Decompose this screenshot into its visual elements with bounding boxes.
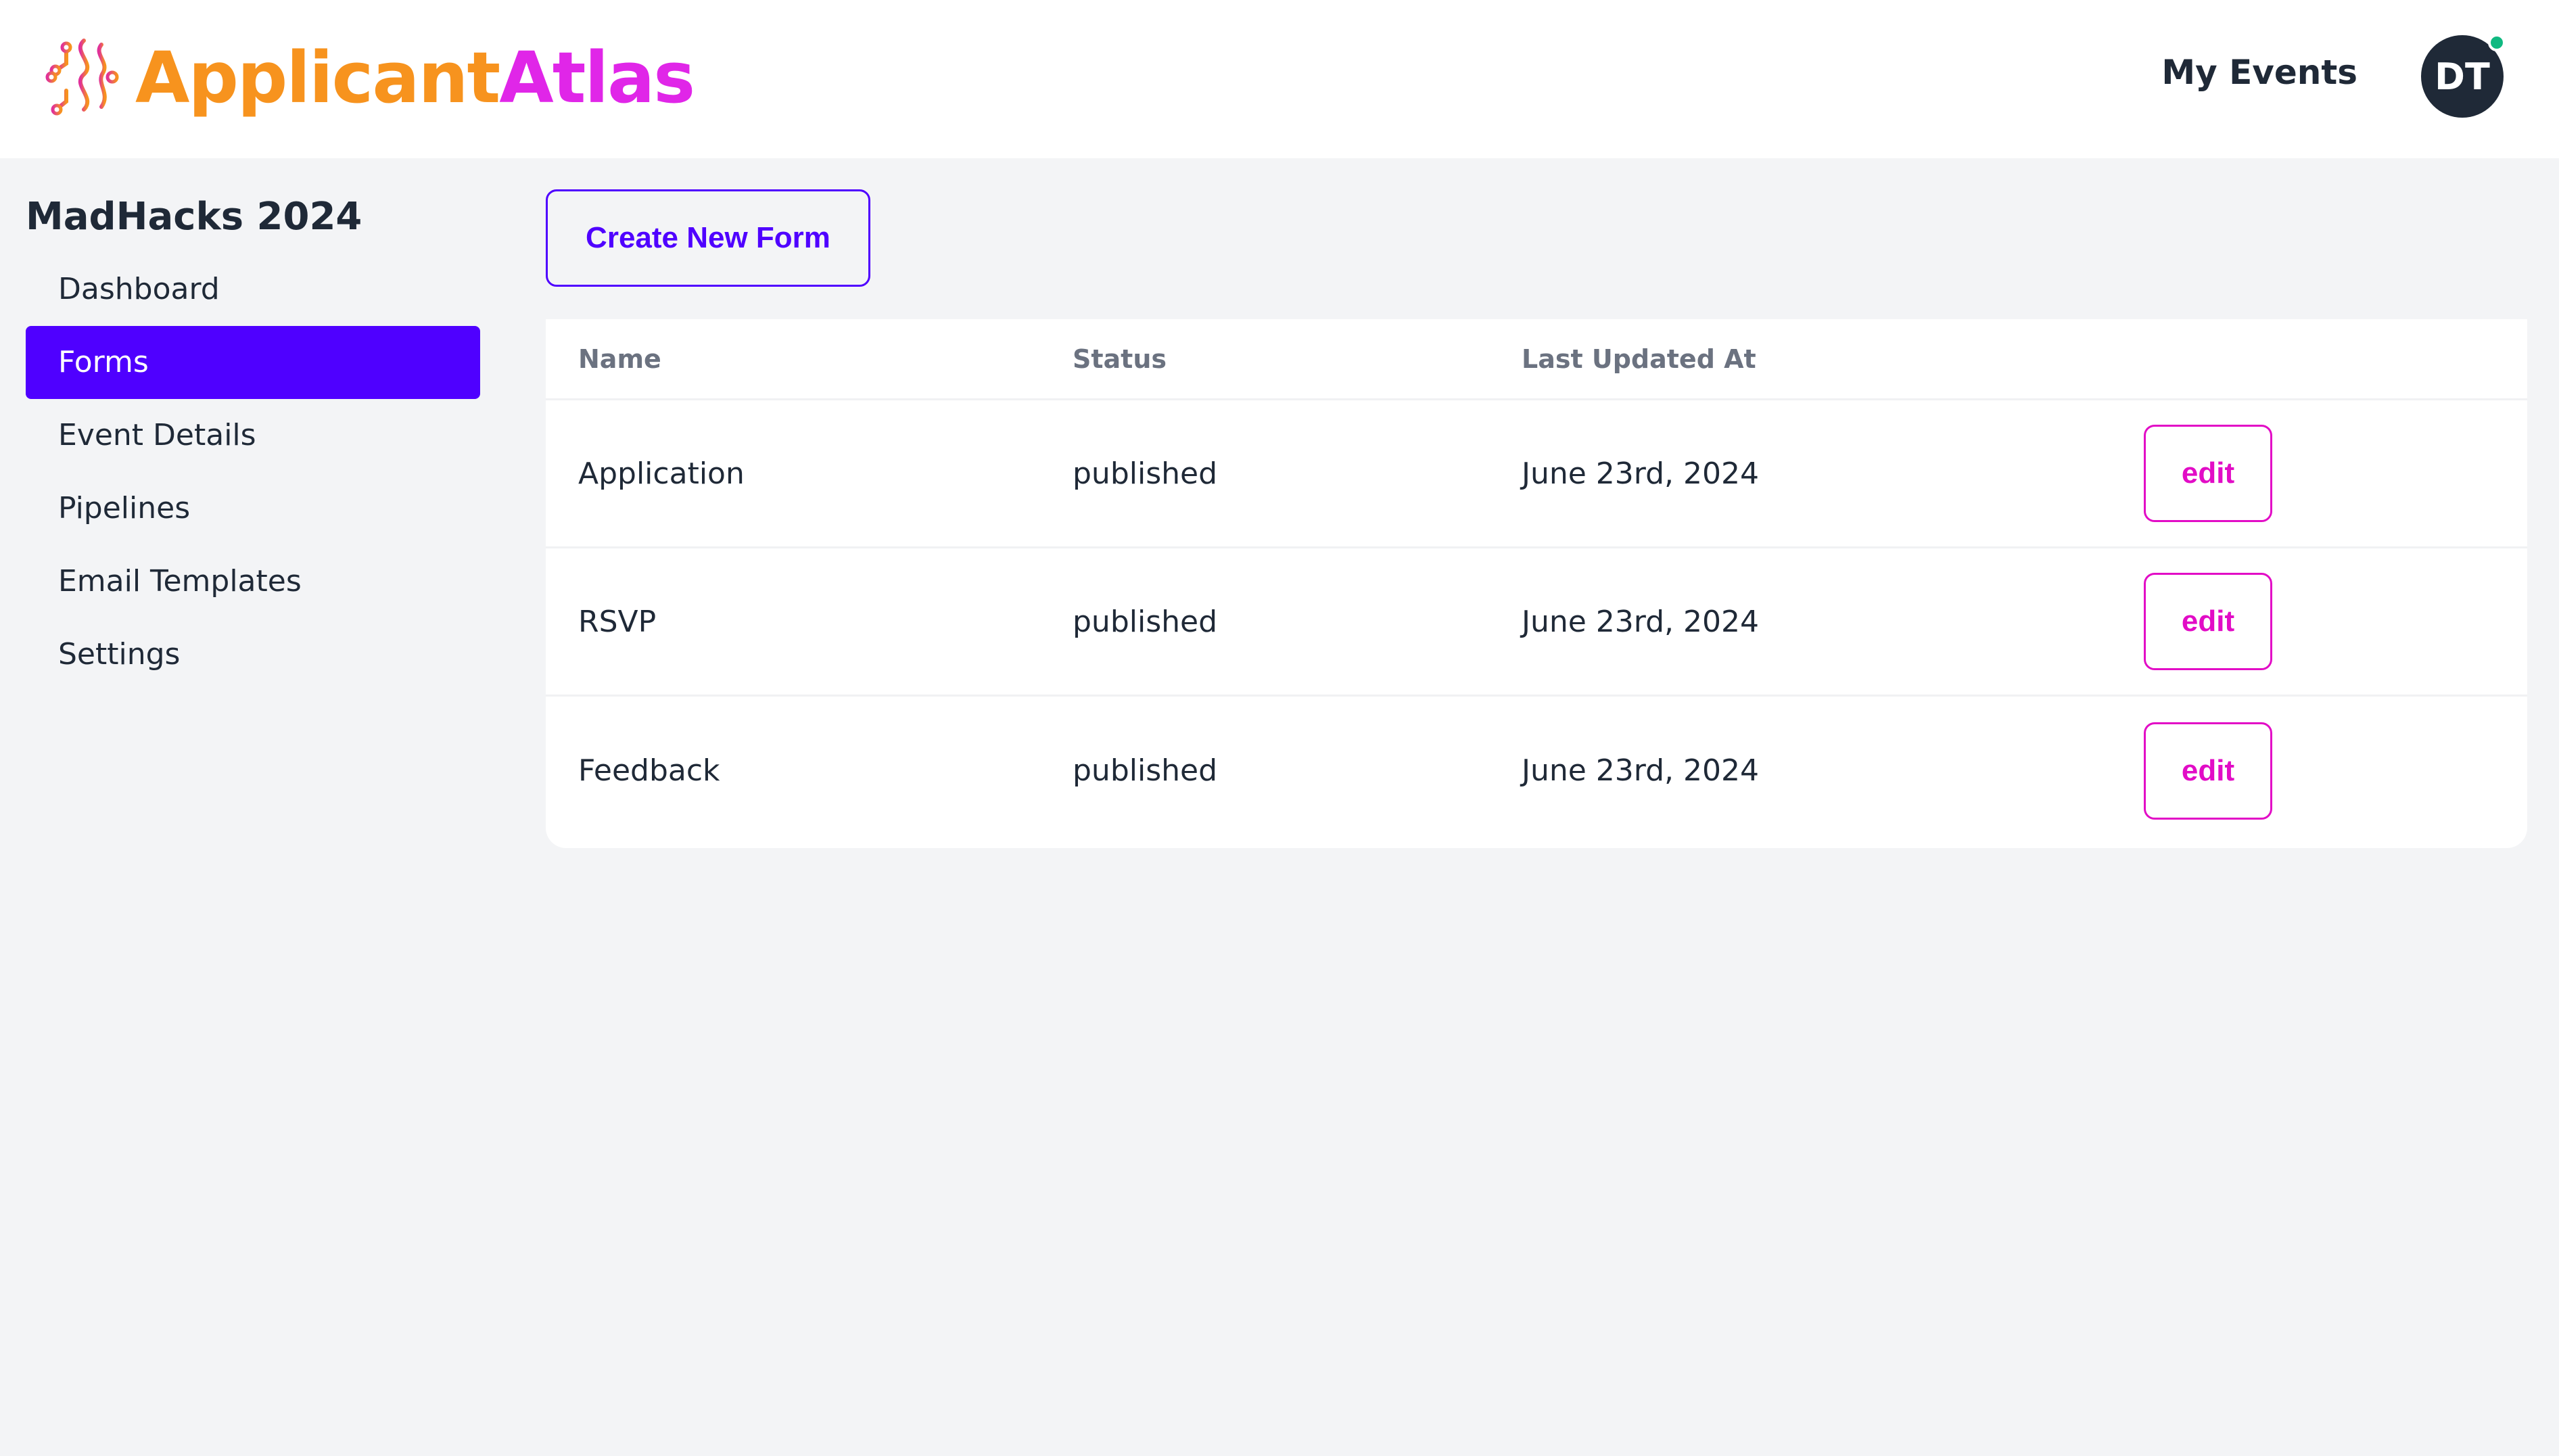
table-row: Application published June 23rd, 2024 ed… [546,400,2527,548]
form-name: Feedback [578,753,720,788]
my-events-link[interactable]: My Events [2161,53,2357,92]
create-new-form-button[interactable]: Create New Form [546,189,870,287]
sidebar-item-forms[interactable]: Forms [26,326,480,399]
sidebar-item-dashboard[interactable]: Dashboard [26,253,480,326]
forms-table: Name Status Last Updated At Application … [546,319,2527,848]
brand-name-part1: Applicant [135,37,500,119]
form-last-updated: June 23rd, 2024 [1522,753,1759,788]
form-last-updated: June 23rd, 2024 [1522,604,1759,639]
online-status-dot [2488,34,2506,51]
avatar-initials: DT [2435,55,2490,98]
sidebar-item-settings[interactable]: Settings [26,618,480,691]
brand-logo[interactable]: ApplicantAtlas [39,34,695,122]
table-header-row: Name Status Last Updated At [546,319,2527,400]
event-title: MadHacks 2024 [26,195,362,239]
form-status: published [1073,456,1218,491]
column-header-last-updated: Last Updated At [1522,344,1756,374]
edit-button[interactable]: edit [2144,573,2272,670]
top-bar: ApplicantAtlas My Events DT [0,0,2559,158]
logo-icon [45,39,119,116]
sidebar-item-email-templates[interactable]: Email Templates [26,545,480,618]
main-content: Create New Form Name Status Last Updated… [512,158,2559,1456]
edit-button[interactable]: edit [2144,425,2272,522]
table-row: RSVP published June 23rd, 2024 edit [546,548,2527,697]
brand-name-part2: Atlas [499,37,695,119]
form-status: published [1073,604,1218,639]
sidebar: MadHacks 2024 Dashboard Forms Event Deta… [0,158,512,1456]
sidebar-nav: Dashboard Forms Event Details Pipelines … [26,253,480,691]
brand-name: ApplicantAtlas [135,43,695,113]
form-last-updated: June 23rd, 2024 [1522,456,1759,491]
form-name: Application [578,456,745,491]
column-header-name: Name [578,344,661,374]
form-name: RSVP [578,604,657,639]
form-status: published [1073,753,1218,788]
sidebar-item-pipelines[interactable]: Pipelines [26,472,480,545]
edit-button[interactable]: edit [2144,722,2272,820]
sidebar-item-event-details[interactable]: Event Details [26,399,480,472]
column-header-status: Status [1073,344,1167,374]
table-row: Feedback published June 23rd, 2024 edit [546,697,2527,845]
